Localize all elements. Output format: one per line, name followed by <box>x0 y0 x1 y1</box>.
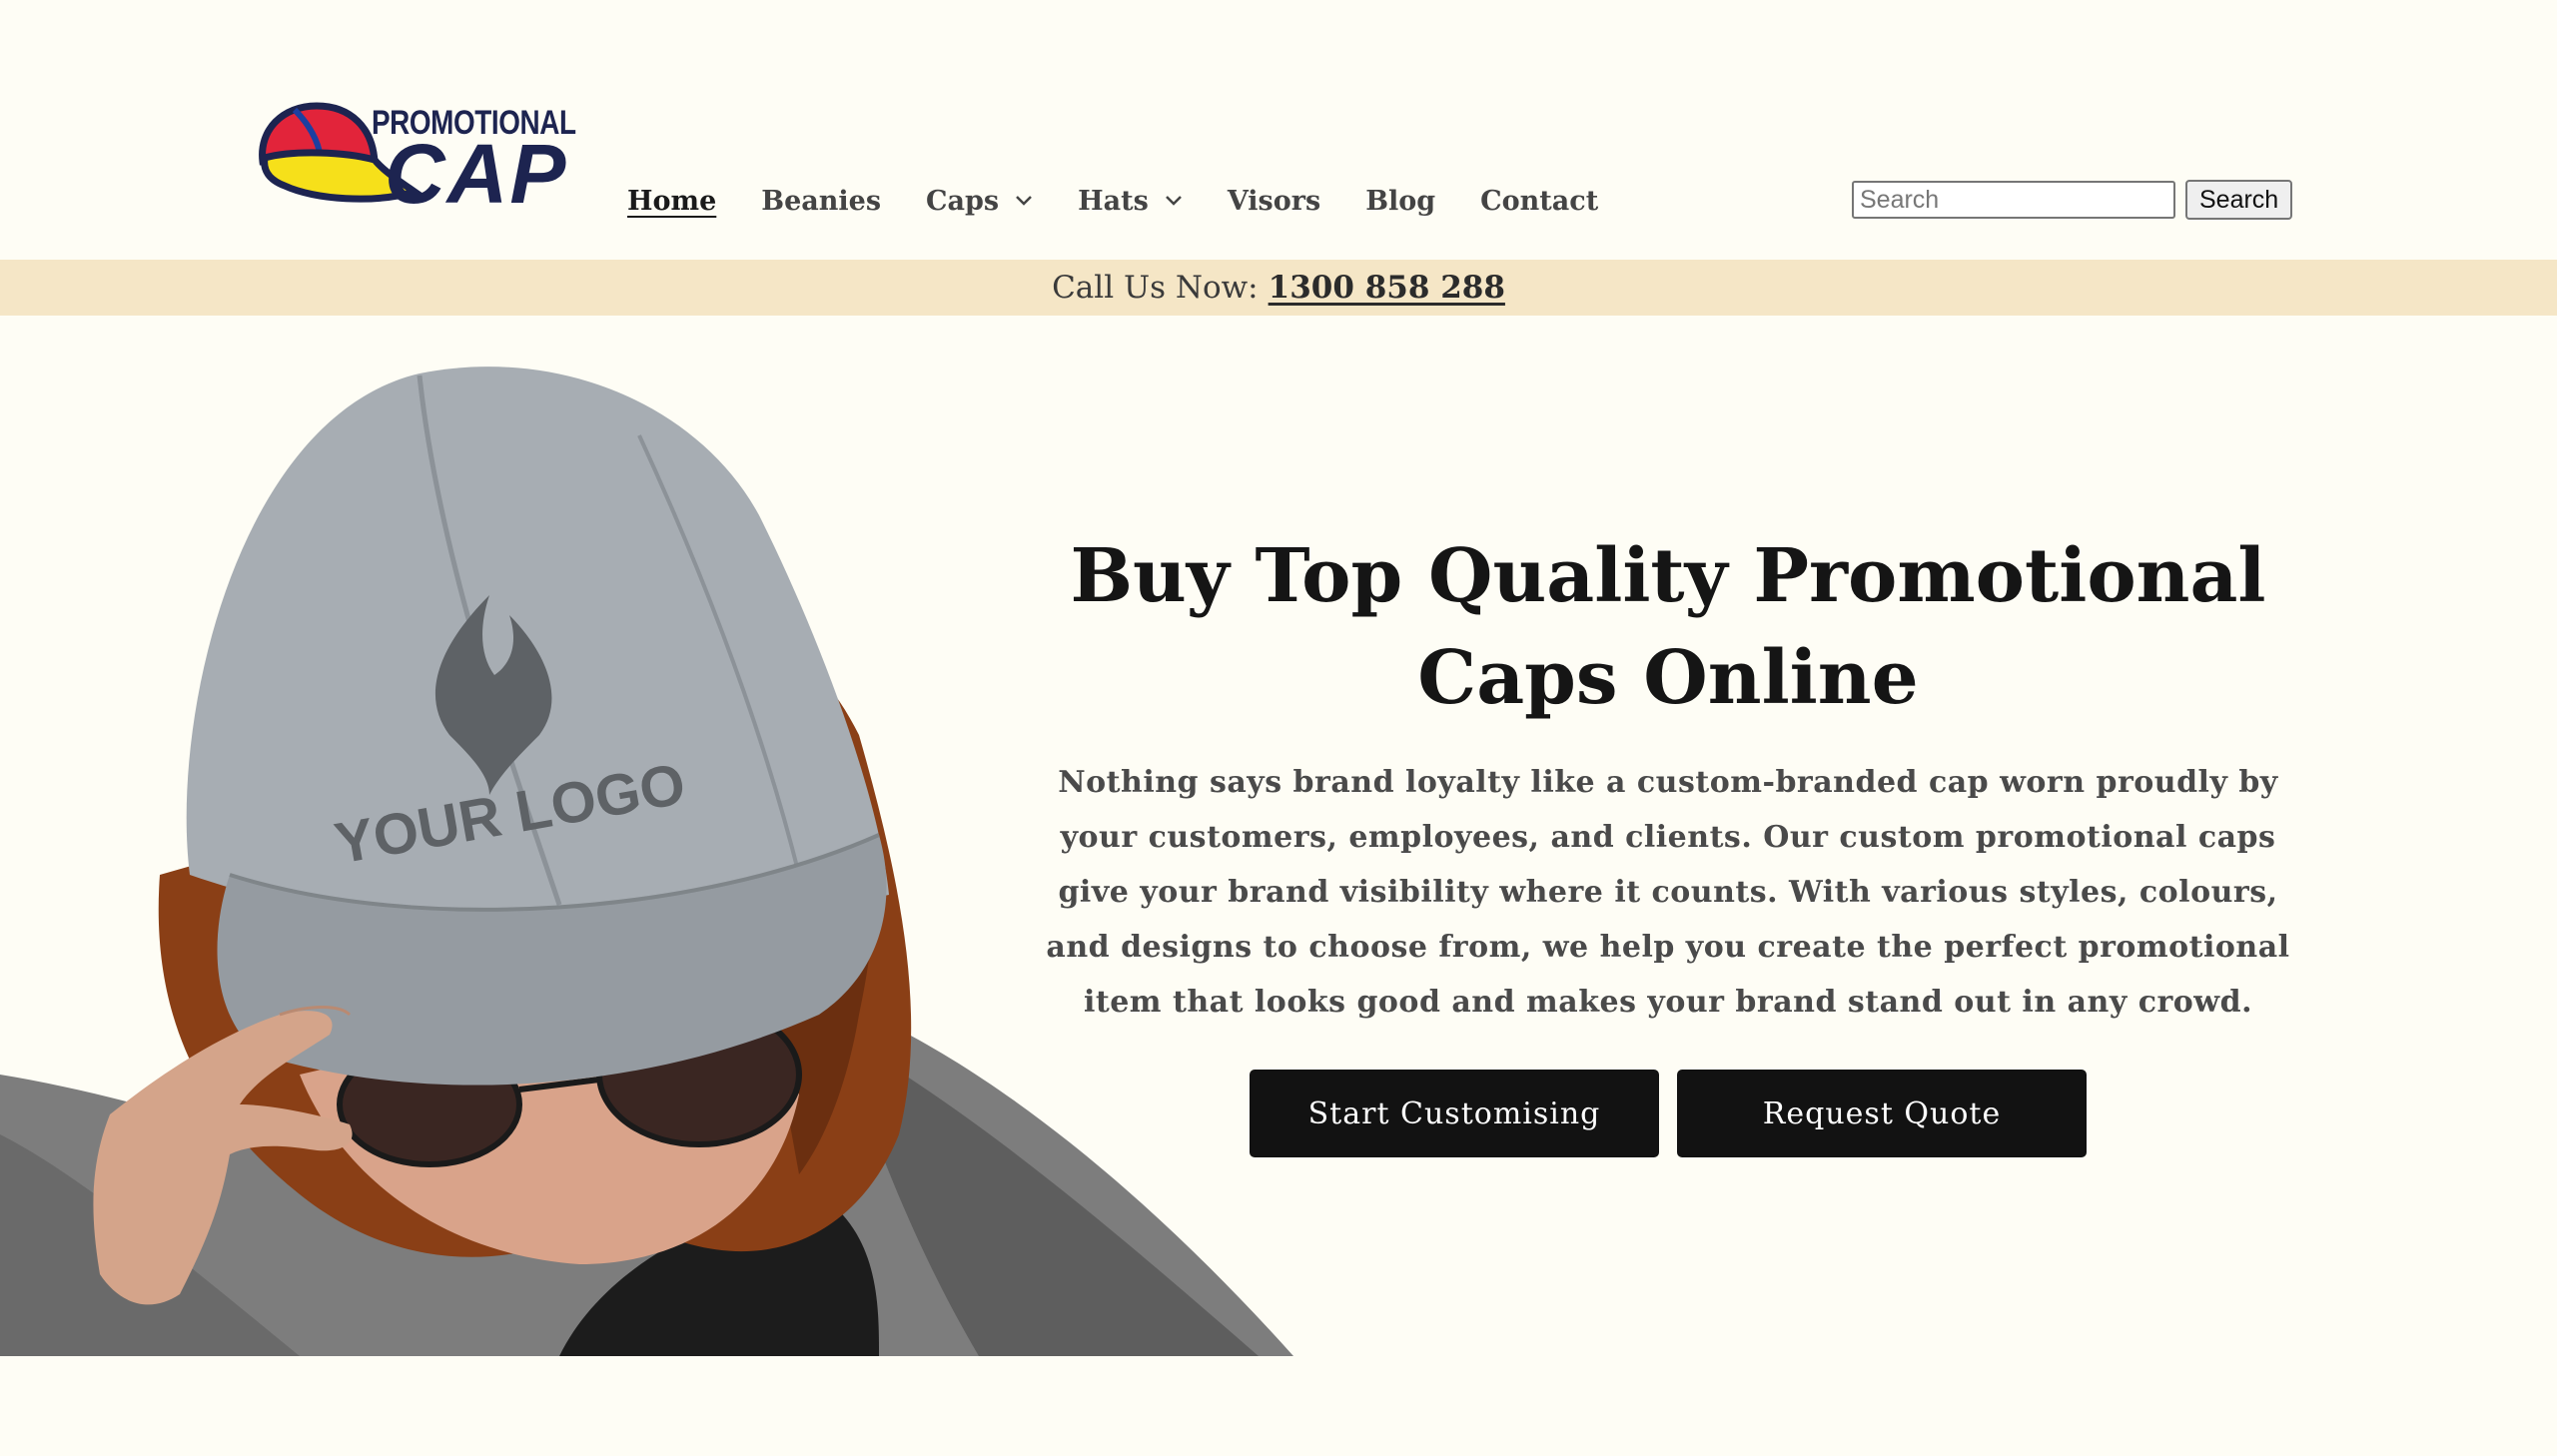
search-input[interactable] <box>1852 181 2175 219</box>
nav-label: Hats <box>1078 185 1149 217</box>
nav-item-contact[interactable]: Contact <box>1480 186 1598 217</box>
nav-label: Blog <box>1365 185 1436 217</box>
hero-content: Buy Top Quality Promotional Caps Online … <box>1029 525 2307 1157</box>
nav-label: Contact <box>1480 185 1599 217</box>
chevron-down-icon <box>1016 196 1033 206</box>
nav-label: Home <box>627 185 717 217</box>
nav-label: Visors <box>1227 185 1321 217</box>
phone-link[interactable]: 1300 858 288 <box>1269 270 1505 306</box>
hero-description: Nothing says brand loyalty like a custom… <box>1046 765 2290 1020</box>
nav-label: Caps <box>926 185 1000 217</box>
hero-buttons: Start Customising Request Quote <box>1029 1070 2307 1157</box>
announcement-bar: Call Us Now: 1300 858 288 <box>0 260 2557 316</box>
brand-logo[interactable]: PROMOTIONAL CAP <box>255 100 576 216</box>
announcement-prefix: Call Us Now: <box>1052 270 1259 306</box>
hero-section: YOUR LOGO Buy Top Quality Promotional Ca… <box>0 316 2557 1356</box>
nav-item-caps[interactable]: Caps <box>926 186 1033 217</box>
nav-item-visors[interactable]: Visors <box>1228 186 1320 217</box>
chevron-down-icon <box>1165 196 1182 206</box>
nav-item-home[interactable]: Home <box>627 186 716 217</box>
nav-label: Beanies <box>761 185 882 217</box>
hero-title: Buy Top Quality Promotional Caps Online <box>1070 533 2266 721</box>
start-customising-button[interactable]: Start Customising <box>1250 1070 1659 1157</box>
nav-item-blog[interactable]: Blog <box>1365 186 1435 217</box>
search-form: Search <box>1852 180 2293 220</box>
page-bottom <box>0 1356 2557 1456</box>
site-header: PROMOTIONAL CAP Home Beanies Caps Hats V… <box>0 0 2557 260</box>
nav-item-hats[interactable]: Hats <box>1078 186 1183 217</box>
search-button[interactable]: Search <box>2185 180 2293 220</box>
request-quote-button[interactable]: Request Quote <box>1677 1070 2087 1157</box>
main-nav: Home Beanies Caps Hats Visors Blog Conta… <box>627 178 1643 224</box>
logo-text-cap: CAP <box>385 127 568 221</box>
nav-item-beanies[interactable]: Beanies <box>761 186 881 217</box>
